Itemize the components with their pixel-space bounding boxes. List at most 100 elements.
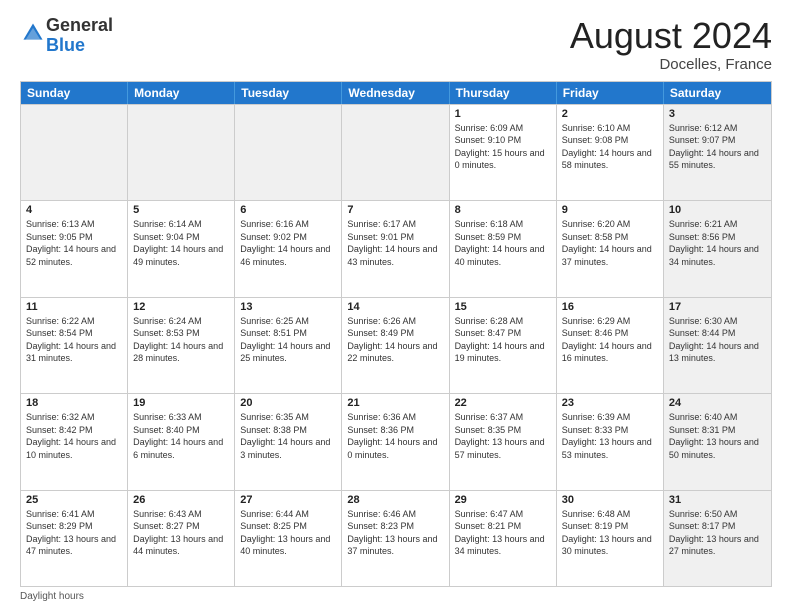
cell-info: Sunrise: 6:28 AM Sunset: 8:47 PM Dayligh… xyxy=(455,315,551,365)
day-number: 31 xyxy=(669,494,766,506)
day-number: 9 xyxy=(562,204,658,216)
day-number: 30 xyxy=(562,494,658,506)
cell-info: Sunrise: 6:18 AM Sunset: 8:59 PM Dayligh… xyxy=(455,218,551,268)
calendar-week-3: 11 Sunrise: 6:22 AM Sunset: 8:54 PM Dayli… xyxy=(21,297,771,393)
page: General Blue August 2024 Docelles, Franc… xyxy=(0,0,792,612)
calendar-cell-26: 26Sunrise: 6:43 AM Sunset: 8:27 PM Dayli… xyxy=(128,491,235,586)
day-number: 29 xyxy=(455,494,551,506)
daylight-label: Daylight hours xyxy=(20,591,84,602)
cell-info: Sunrise: 6:13 AM Sunset: 9:05 PM Dayligh… xyxy=(26,218,122,268)
calendar-cell-19: 19 Sunrise: 6:33 AM Sunset: 8:40 PM Dayli… xyxy=(128,394,235,489)
calendar-cell-empty-2 xyxy=(235,105,342,200)
logo-icon xyxy=(22,22,44,44)
cell-info: Sunrise: 6:39 AM Sunset: 8:33 PM Dayligh… xyxy=(562,411,658,461)
cell-info: Sunrise: 6:30 AM Sunset: 8:44 PM Dayligh… xyxy=(669,315,766,365)
calendar-cell-16: 16Sunrise: 6:29 AM Sunset: 8:46 PM Dayli… xyxy=(557,298,664,393)
cell-info: Sunrise: 6:46 AM Sunset: 8:23 PM Dayligh… xyxy=(347,508,443,558)
cell-info: Sunrise: 6:17 AM Sunset: 9:01 PM Dayligh… xyxy=(347,218,443,268)
location: Docelles, France xyxy=(570,56,772,73)
cell-info: Sunrise: 6:09 AM Sunset: 9:10 PM Dayligh… xyxy=(455,122,551,172)
cell-info: Sunrise: 6:47 AM Sunset: 8:21 PM Dayligh… xyxy=(455,508,551,558)
day-number: 1 xyxy=(455,108,551,120)
calendar-cell-2: 2Sunrise: 6:10 AM Sunset: 9:08 PM Daylig… xyxy=(557,105,664,200)
calendar-cell-18: 18 Sunrise: 6:32 AM Sunset: 8:42 PM Dayli… xyxy=(21,394,128,489)
calendar-cell-11: 11 Sunrise: 6:22 AM Sunset: 8:54 PM Dayli… xyxy=(21,298,128,393)
day-header-friday: Friday xyxy=(557,82,664,104)
day-number: 3 xyxy=(669,108,766,120)
cell-info: Sunrise: 6:21 AM Sunset: 8:56 PM Dayligh… xyxy=(669,218,766,268)
day-number: 6 xyxy=(240,204,336,216)
day-number: 8 xyxy=(455,204,551,216)
day-number: 25 xyxy=(26,494,122,506)
cell-info: Sunrise: 6:36 AM Sunset: 8:36 PM Dayligh… xyxy=(347,411,443,461)
calendar-week-4: 18 Sunrise: 6:32 AM Sunset: 8:42 PM Dayli… xyxy=(21,393,771,489)
day-number: 24 xyxy=(669,397,766,409)
cell-info: Sunrise: 6:24 AM Sunset: 8:53 PM Dayligh… xyxy=(133,315,229,365)
title-block: August 2024 Docelles, France xyxy=(570,16,772,73)
calendar-cell-3: 3 Sunrise: 6:12 AM Sunset: 9:07 PM Daylig… xyxy=(664,105,771,200)
day-number: 23 xyxy=(562,397,658,409)
day-number: 14 xyxy=(347,301,443,313)
day-number: 18 xyxy=(26,397,122,409)
cell-info: Sunrise: 6:43 AM Sunset: 8:27 PM Dayligh… xyxy=(133,508,229,558)
calendar-cell-29: 29 Sunrise: 6:47 AM Sunset: 8:21 PM Dayli… xyxy=(450,491,557,586)
day-header-saturday: Saturday xyxy=(664,82,771,104)
day-number: 11 xyxy=(26,301,122,313)
day-number: 7 xyxy=(347,204,443,216)
calendar-cell-28: 28Sunrise: 6:46 AM Sunset: 8:23 PM Dayli… xyxy=(342,491,449,586)
cell-info: Sunrise: 6:41 AM Sunset: 8:29 PM Dayligh… xyxy=(26,508,122,558)
calendar-cell-empty-0 xyxy=(21,105,128,200)
cell-info: Sunrise: 6:29 AM Sunset: 8:46 PM Dayligh… xyxy=(562,315,658,365)
calendar-cell-empty-3 xyxy=(342,105,449,200)
calendar-cell-12: 12Sunrise: 6:24 AM Sunset: 8:53 PM Dayli… xyxy=(128,298,235,393)
cell-info: Sunrise: 6:25 AM Sunset: 8:51 PM Dayligh… xyxy=(240,315,336,365)
day-header-wednesday: Wednesday xyxy=(342,82,449,104)
cell-info: Sunrise: 6:37 AM Sunset: 8:35 PM Dayligh… xyxy=(455,411,551,461)
calendar-cell-17: 17 Sunrise: 6:30 AM Sunset: 8:44 PM Dayli… xyxy=(664,298,771,393)
calendar-cell-23: 23 Sunrise: 6:39 AM Sunset: 8:33 PM Dayli… xyxy=(557,394,664,489)
cell-info: Sunrise: 6:22 AM Sunset: 8:54 PM Dayligh… xyxy=(26,315,122,365)
calendar-cell-13: 13 Sunrise: 6:25 AM Sunset: 8:51 PM Dayli… xyxy=(235,298,342,393)
day-number: 4 xyxy=(26,204,122,216)
month-title: August 2024 xyxy=(570,16,772,56)
day-number: 17 xyxy=(669,301,766,313)
cell-info: Sunrise: 6:32 AM Sunset: 8:42 PM Dayligh… xyxy=(26,411,122,461)
calendar-cell-14: 14 Sunrise: 6:26 AM Sunset: 8:49 PM Dayli… xyxy=(342,298,449,393)
cell-info: Sunrise: 6:48 AM Sunset: 8:19 PM Dayligh… xyxy=(562,508,658,558)
calendar-cell-31: 31 Sunrise: 6:50 AM Sunset: 8:17 PM Dayli… xyxy=(664,491,771,586)
calendar-cell-6: 6Sunrise: 6:16 AM Sunset: 9:02 PM Daylig… xyxy=(235,201,342,296)
logo-blue: Blue xyxy=(46,35,85,55)
calendar-cell-21: 21Sunrise: 6:36 AM Sunset: 8:36 PM Dayli… xyxy=(342,394,449,489)
cell-info: Sunrise: 6:26 AM Sunset: 8:49 PM Dayligh… xyxy=(347,315,443,365)
calendar-cell-30: 30 Sunrise: 6:48 AM Sunset: 8:19 PM Dayli… xyxy=(557,491,664,586)
calendar-cell-15: 15 Sunrise: 6:28 AM Sunset: 8:47 PM Dayli… xyxy=(450,298,557,393)
calendar: SundayMondayTuesdayWednesdayThursdayFrid… xyxy=(20,81,772,587)
calendar-cell-1: 1 Sunrise: 6:09 AM Sunset: 9:10 PM Daylig… xyxy=(450,105,557,200)
day-number: 19 xyxy=(133,397,229,409)
cell-info: Sunrise: 6:12 AM Sunset: 9:07 PM Dayligh… xyxy=(669,122,766,172)
calendar-cell-7: 7 Sunrise: 6:17 AM Sunset: 9:01 PM Daylig… xyxy=(342,201,449,296)
calendar-week-5: 25 Sunrise: 6:41 AM Sunset: 8:29 PM Dayli… xyxy=(21,490,771,586)
cell-info: Sunrise: 6:33 AM Sunset: 8:40 PM Dayligh… xyxy=(133,411,229,461)
cell-info: Sunrise: 6:50 AM Sunset: 8:17 PM Dayligh… xyxy=(669,508,766,558)
cell-info: Sunrise: 6:44 AM Sunset: 8:25 PM Dayligh… xyxy=(240,508,336,558)
day-header-thursday: Thursday xyxy=(450,82,557,104)
cell-info: Sunrise: 6:35 AM Sunset: 8:38 PM Dayligh… xyxy=(240,411,336,461)
day-header-sunday: Sunday xyxy=(21,82,128,104)
day-header-tuesday: Tuesday xyxy=(235,82,342,104)
cell-info: Sunrise: 6:20 AM Sunset: 8:58 PM Dayligh… xyxy=(562,218,658,268)
calendar-cell-24: 24Sunrise: 6:40 AM Sunset: 8:31 PM Dayli… xyxy=(664,394,771,489)
calendar-cell-4: 4 Sunrise: 6:13 AM Sunset: 9:05 PM Daylig… xyxy=(21,201,128,296)
day-number: 15 xyxy=(455,301,551,313)
calendar-body: 1 Sunrise: 6:09 AM Sunset: 9:10 PM Daylig… xyxy=(21,104,771,586)
day-number: 13 xyxy=(240,301,336,313)
calendar-cell-5: 5Sunrise: 6:14 AM Sunset: 9:04 PM Daylig… xyxy=(128,201,235,296)
day-number: 10 xyxy=(669,204,766,216)
calendar-cell-20: 20Sunrise: 6:35 AM Sunset: 8:38 PM Dayli… xyxy=(235,394,342,489)
cell-info: Sunrise: 6:10 AM Sunset: 9:08 PM Dayligh… xyxy=(562,122,658,172)
day-header-monday: Monday xyxy=(128,82,235,104)
cell-info: Sunrise: 6:14 AM Sunset: 9:04 PM Dayligh… xyxy=(133,218,229,268)
calendar-cell-9: 9 Sunrise: 6:20 AM Sunset: 8:58 PM Daylig… xyxy=(557,201,664,296)
logo-text: General Blue xyxy=(46,16,113,56)
footer: Daylight hours xyxy=(20,591,772,602)
